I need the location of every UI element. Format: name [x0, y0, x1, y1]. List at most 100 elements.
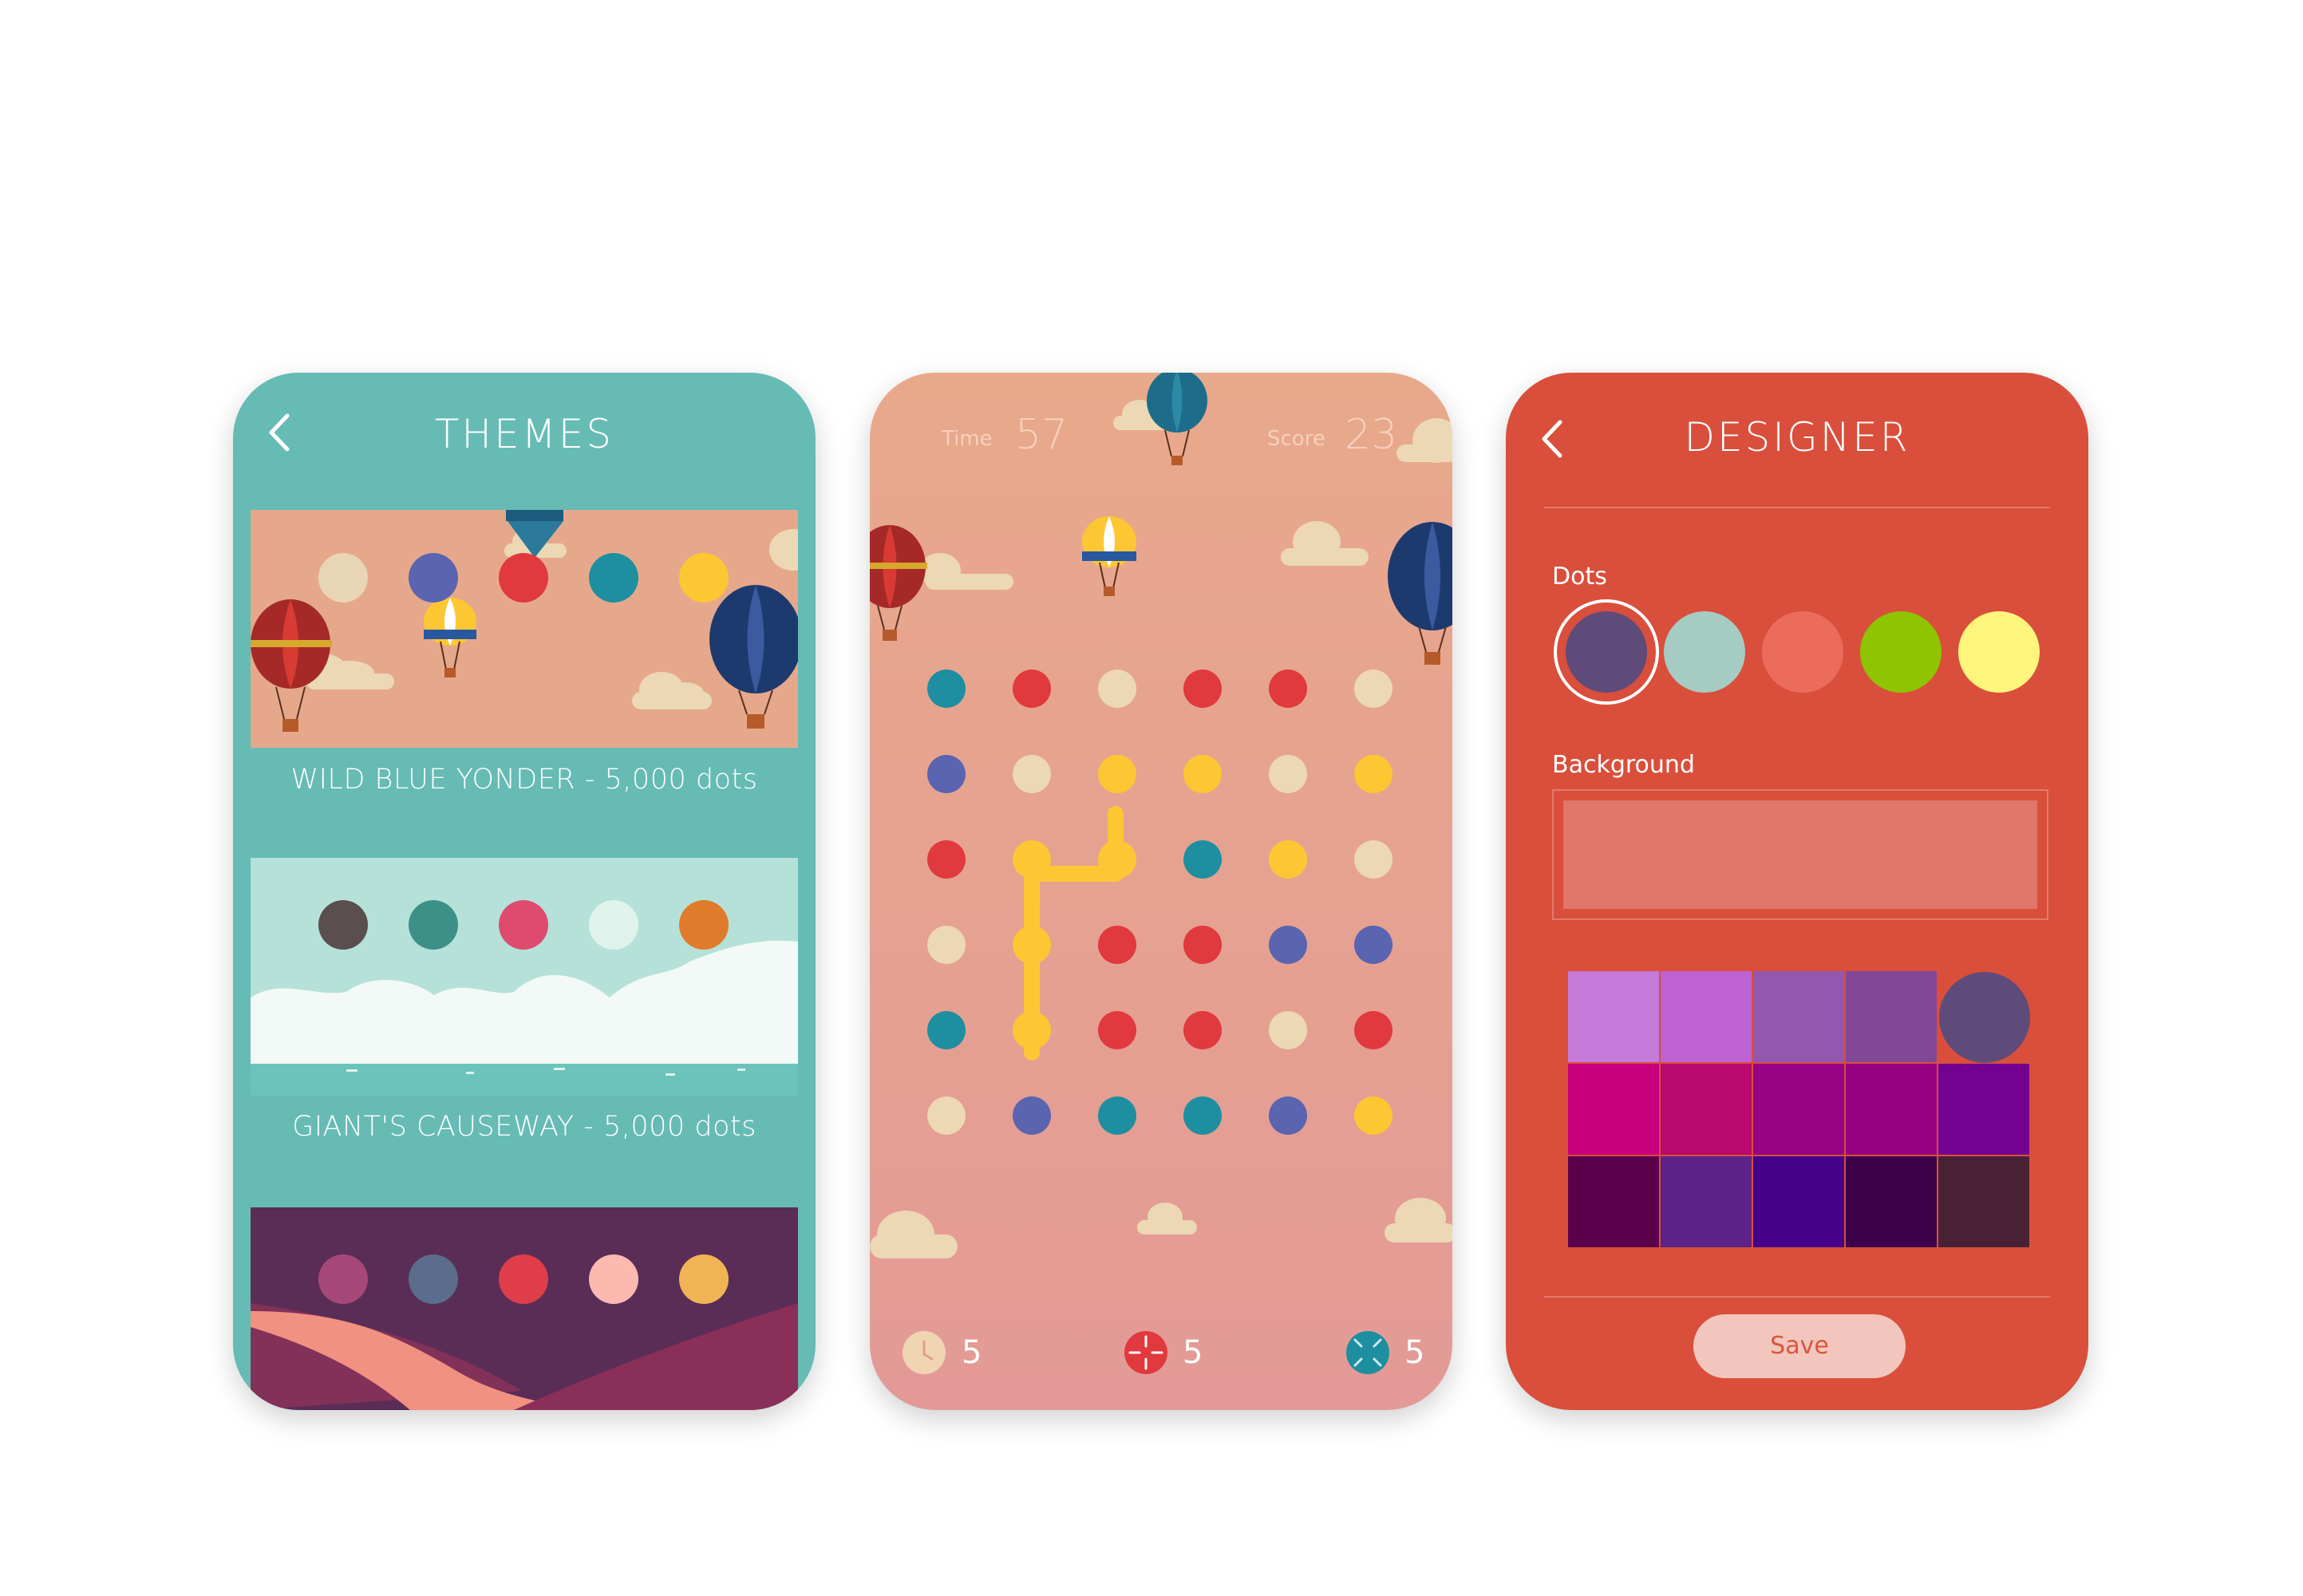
game-dot[interactable] [1354, 1096, 1392, 1135]
game-dot[interactable] [1013, 1011, 1051, 1049]
theme-preview-art [251, 900, 798, 1096]
game-dot[interactable] [927, 1096, 966, 1135]
game-dot[interactable] [1269, 1011, 1307, 1049]
theme-dot [679, 900, 729, 950]
theme-card-giants-causeway[interactable] [251, 858, 798, 1096]
game-dot[interactable] [1013, 926, 1051, 964]
game-dot[interactable] [1354, 670, 1392, 708]
screen-title: DESIGNER [1684, 414, 1910, 460]
game-dot[interactable] [1183, 926, 1222, 964]
hot-air-balloon-red [251, 599, 332, 732]
game-dot[interactable] [1098, 1096, 1136, 1135]
game-dot[interactable] [927, 926, 966, 964]
dot-color-swatch[interactable] [1664, 611, 1745, 693]
theme-dot [409, 553, 458, 602]
game-dot[interactable] [1098, 670, 1136, 708]
hot-air-balloon-teal [1147, 373, 1207, 465]
game-dot[interactable] [1183, 670, 1222, 708]
dot-color-picker [1554, 599, 2040, 705]
expand-icon[interactable] [1345, 1330, 1390, 1375]
palette-swatch-selected[interactable] [1939, 972, 2030, 1063]
dot-color-swatch[interactable] [1566, 611, 1647, 693]
dot-color-swatch[interactable] [1860, 611, 1942, 693]
game-dot[interactable] [1354, 755, 1392, 793]
game-dot[interactable] [1013, 1096, 1051, 1135]
dot-color-swatch[interactable] [1958, 611, 2040, 693]
divider [1544, 1296, 2050, 1298]
game-dot[interactable] [1183, 840, 1222, 879]
hot-air-balloon-red [870, 525, 927, 641]
theme-card-wild-blue-yonder[interactable] [251, 510, 798, 748]
game-dot[interactable] [1098, 840, 1136, 879]
game-dot[interactable] [927, 755, 966, 793]
hot-air-balloon-blue [1388, 522, 1452, 665]
game-dot[interactable] [1354, 926, 1392, 964]
score-label: Score [1267, 427, 1325, 451]
palette-swatch[interactable] [1568, 1156, 1659, 1247]
palette-swatch[interactable] [1661, 1064, 1752, 1155]
game-dot[interactable] [1183, 1096, 1222, 1135]
game-dot[interactable] [1098, 1011, 1136, 1049]
game-dot[interactable] [1354, 1011, 1392, 1049]
game-screen: Time 57 Score 23 5 5 5 [870, 373, 1452, 1410]
dot-color-swatch[interactable] [1762, 611, 1843, 693]
time-value: 57 [1015, 411, 1069, 459]
palette-swatch[interactable] [1753, 1064, 1844, 1155]
game-background-art [870, 373, 1452, 1258]
game-dot[interactable] [1013, 755, 1051, 793]
hot-air-balloon-striped [1082, 516, 1136, 596]
game-dot[interactable] [1269, 840, 1307, 879]
theme-dot [318, 553, 368, 602]
palette-swatch[interactable] [1568, 971, 1659, 1062]
dots-label: Dots [1552, 563, 1607, 591]
theme-label: WILD BLUE YONDER - 5,000 dots [290, 764, 758, 796]
score-value: 23 [1345, 411, 1398, 459]
palette-swatch[interactable] [1661, 1156, 1752, 1247]
background-color-swatch [1563, 800, 2037, 909]
palette-swatch[interactable] [1938, 1156, 2029, 1247]
hot-air-balloon-blue [709, 585, 798, 729]
game-dot[interactable] [927, 670, 966, 708]
palette-swatch[interactable] [1753, 1156, 1844, 1247]
game-dot[interactable] [1269, 670, 1307, 708]
theme-dot [318, 1254, 368, 1304]
palette-swatch[interactable] [1846, 1064, 1937, 1155]
game-dot[interactable] [1098, 755, 1136, 793]
game-dot[interactable] [1013, 670, 1051, 708]
shrink-icon[interactable] [1124, 1330, 1168, 1375]
theme-label: GIANT'S CAUSEWAY - 5,000 dots [292, 1111, 756, 1143]
game-dot[interactable] [1269, 1096, 1307, 1135]
palette-swatch[interactable] [1568, 1064, 1659, 1155]
game-dot[interactable] [1183, 1011, 1222, 1049]
clock-icon[interactable] [902, 1330, 946, 1375]
color-palette [1568, 971, 2030, 1247]
theme-dot [589, 1254, 638, 1304]
game-dot[interactable] [1269, 755, 1307, 793]
background-color-field[interactable] [1552, 789, 2048, 920]
divider [1544, 507, 2050, 508]
hot-air-balloon-striped [424, 598, 476, 678]
game-dot[interactable] [1013, 840, 1051, 879]
game-dot[interactable] [1183, 755, 1222, 793]
theme-card-desert[interactable] [251, 1207, 798, 1410]
palette-swatch[interactable] [1846, 1156, 1937, 1247]
theme-dot [679, 1254, 729, 1304]
theme-dot [499, 1254, 548, 1304]
game-dot[interactable] [1098, 926, 1136, 964]
game-dot[interactable] [927, 840, 966, 879]
theme-dot [499, 900, 548, 950]
save-button[interactable]: Save [1693, 1314, 1906, 1378]
theme-dot [409, 900, 458, 950]
palette-swatch[interactable] [1661, 971, 1752, 1062]
palette-swatch[interactable] [1753, 971, 1844, 1062]
palette-swatch[interactable] [1938, 1064, 2029, 1155]
game-dot[interactable] [927, 1011, 966, 1049]
game-dot[interactable] [1269, 926, 1307, 964]
theme-dot [499, 553, 548, 602]
time-label: Time [942, 427, 993, 451]
game-dot[interactable] [1354, 840, 1392, 879]
dot-grid [927, 670, 1392, 1135]
theme-dot [409, 1254, 458, 1304]
theme-dot [589, 553, 638, 602]
palette-swatch[interactable] [1846, 971, 1937, 1062]
